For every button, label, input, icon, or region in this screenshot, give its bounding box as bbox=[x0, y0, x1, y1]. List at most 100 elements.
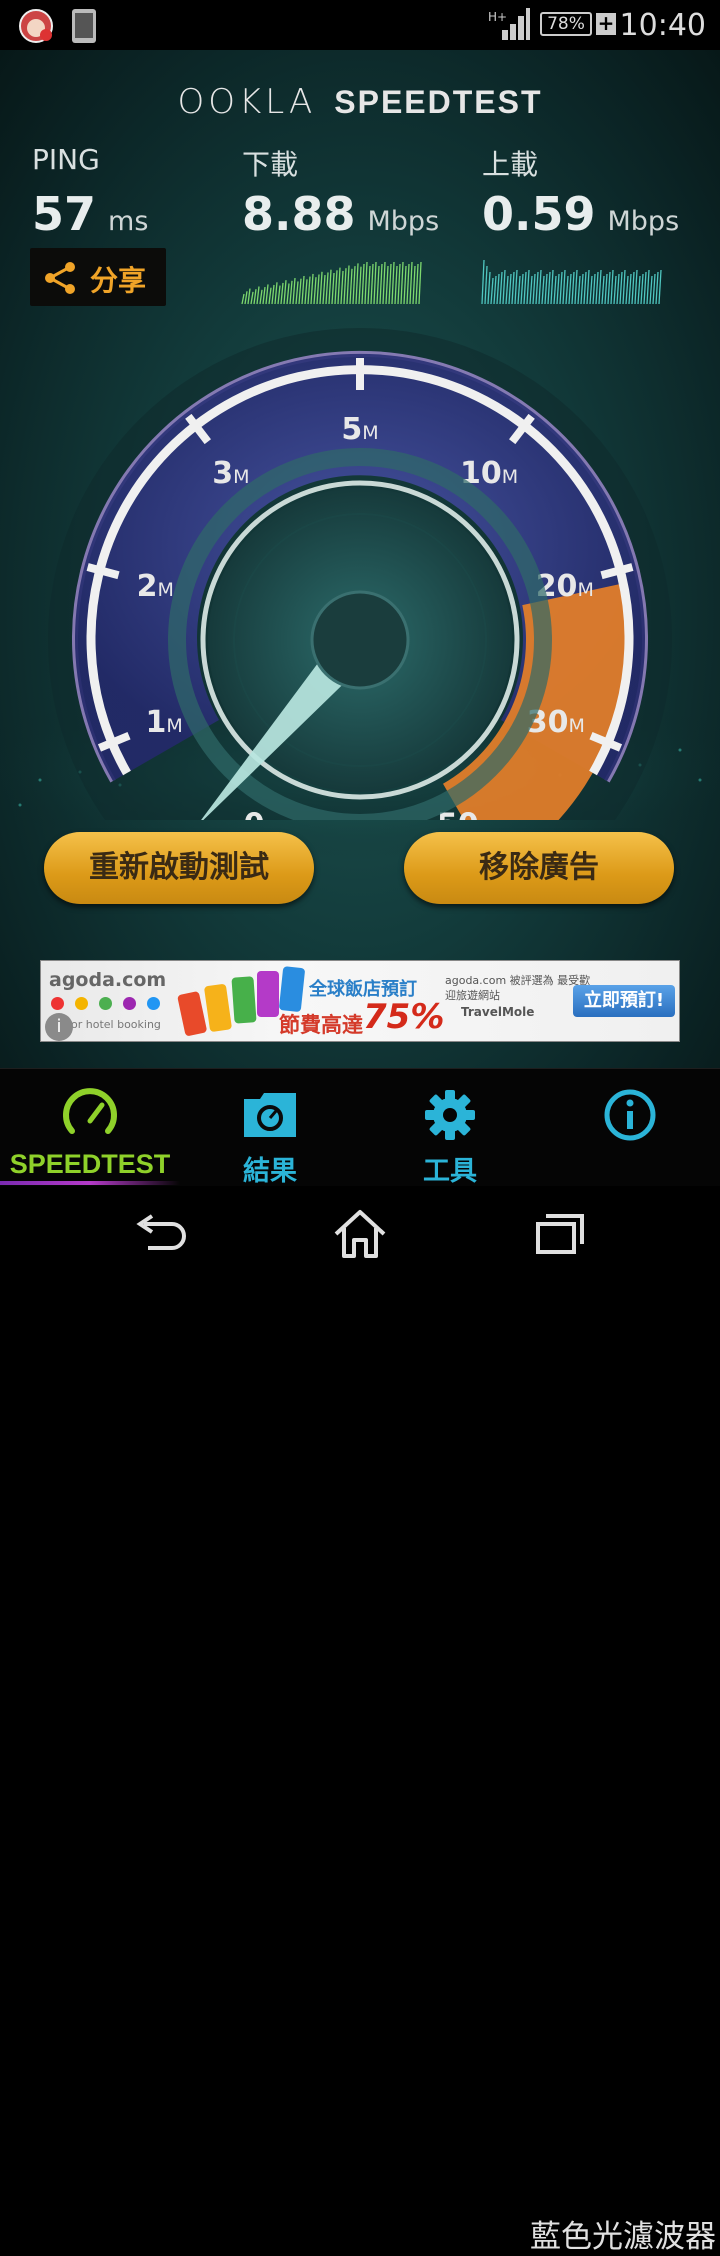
download-sparkline bbox=[241, 261, 422, 305]
download-label: 下載 bbox=[242, 148, 299, 181]
sparkline-bar bbox=[367, 265, 371, 305]
sparkline-bar bbox=[493, 275, 497, 305]
sparkline-bar bbox=[247, 288, 251, 305]
sparkline-bar bbox=[418, 261, 422, 305]
sparkline-bar bbox=[508, 273, 512, 305]
ping-value-group: 57 ms bbox=[32, 187, 148, 241]
sparkline-bar bbox=[658, 269, 662, 305]
sparkline-bar bbox=[250, 291, 254, 305]
sparkline-bar bbox=[415, 263, 419, 305]
sparkline-bar bbox=[292, 278, 296, 305]
ping-unit: ms bbox=[108, 206, 149, 237]
battery-level: 78% bbox=[547, 14, 585, 34]
download-unit: Mbps bbox=[367, 206, 440, 237]
sparkline-bar bbox=[340, 270, 344, 305]
sparkline-bar bbox=[640, 273, 644, 305]
home-icon[interactable] bbox=[332, 1208, 388, 1260]
active-tab-indicator bbox=[0, 1181, 180, 1185]
sparkline-bar bbox=[574, 269, 578, 305]
sparkline-bar bbox=[301, 275, 305, 305]
sparkline-bar bbox=[346, 265, 350, 305]
sparkline-bar bbox=[535, 271, 539, 305]
signal-icon: H+ bbox=[488, 8, 530, 46]
ad-subheadline: 節費高達 bbox=[279, 1013, 363, 1037]
sparkline-bar bbox=[319, 271, 323, 305]
sparkline-bar bbox=[580, 273, 584, 305]
nav-item-speedtest[interactable]: SPEEDTEST bbox=[0, 1069, 180, 1187]
share-icon bbox=[45, 262, 75, 294]
sparkline-bar bbox=[331, 272, 335, 305]
sparkline-bar bbox=[571, 271, 575, 305]
gauge-hub bbox=[310, 590, 410, 690]
sparkline-bar bbox=[604, 273, 608, 305]
sparkline-bar bbox=[406, 263, 410, 305]
sparkline-bar bbox=[607, 271, 611, 305]
sparkline-bar bbox=[313, 277, 317, 305]
sparkline-bar bbox=[520, 273, 524, 305]
ping-value: 57 bbox=[32, 187, 97, 241]
sparkline-bar bbox=[562, 269, 566, 305]
sparkline-bar bbox=[541, 275, 545, 305]
ad-dot bbox=[75, 997, 88, 1010]
ad-banner[interactable]: agoda.com or hotel booking i 全球飯店預訂 節費高達… bbox=[40, 960, 680, 1042]
sparkline-bar bbox=[262, 287, 266, 305]
network-type: H+ bbox=[488, 10, 507, 24]
sparkline-bar bbox=[304, 279, 308, 305]
remove-ads-button[interactable]: 移除廣告 bbox=[404, 832, 674, 904]
ad-discount: 75% bbox=[363, 997, 445, 1037]
sparkline-bar bbox=[505, 275, 509, 305]
back-icon[interactable] bbox=[134, 1208, 188, 1258]
sparkline-bar bbox=[283, 280, 287, 305]
nav-label: 結果 bbox=[243, 1156, 297, 1187]
sparkline-bar bbox=[547, 271, 551, 305]
ad-dot bbox=[123, 997, 136, 1010]
share-button[interactable]: 分享 bbox=[30, 248, 166, 306]
sparkline-bar bbox=[652, 273, 656, 305]
sparkline-bar bbox=[595, 271, 599, 305]
sparkline-bar bbox=[538, 269, 542, 305]
sparkline-bar bbox=[631, 271, 635, 305]
sparkline-bar bbox=[577, 275, 581, 305]
sparkline-bar bbox=[400, 261, 404, 305]
sparkline-bar bbox=[286, 283, 290, 305]
sparkline-bar bbox=[637, 275, 641, 305]
sparkline-bar bbox=[322, 275, 326, 305]
sparkline-bar bbox=[256, 286, 260, 305]
ad-cta-button[interactable]: 立即預訂! bbox=[573, 985, 675, 1017]
sparkline-bar bbox=[643, 271, 647, 305]
sparkline-bar bbox=[568, 273, 572, 305]
folder-results-icon bbox=[244, 1093, 296, 1137]
ad-brand: agoda.com bbox=[49, 969, 167, 991]
recents-icon[interactable] bbox=[534, 1208, 586, 1258]
sparkline-bar bbox=[502, 269, 506, 305]
sparkline-bar bbox=[403, 265, 407, 305]
sparkline-bar bbox=[592, 273, 596, 305]
sparkline-bar bbox=[649, 275, 653, 305]
sparkline-bar bbox=[412, 265, 416, 305]
sparkline-bar bbox=[391, 261, 395, 305]
download-value: 8.88 bbox=[242, 187, 356, 241]
nav-item-tools[interactable]: 工具 bbox=[360, 1069, 540, 1187]
sparkline-bar bbox=[349, 268, 353, 305]
nav-item-results[interactable]: 結果 bbox=[180, 1069, 360, 1187]
sparkline-bar bbox=[487, 271, 491, 305]
nav-item-info[interactable] bbox=[540, 1069, 720, 1187]
sparkline-bar bbox=[316, 274, 320, 305]
sparkline-bar bbox=[655, 271, 659, 305]
sparkline-bar bbox=[265, 284, 269, 305]
sparkline-bar bbox=[244, 291, 248, 305]
ad-info-icon[interactable]: i bbox=[45, 1013, 73, 1041]
sparkline-bar bbox=[298, 278, 302, 305]
sparkline-bar bbox=[409, 261, 413, 305]
phone-icon bbox=[70, 8, 98, 48]
sparkline-bar bbox=[334, 270, 338, 305]
sparkline-bar bbox=[328, 269, 332, 305]
restart-test-button[interactable]: 重新啟動測試 bbox=[44, 832, 314, 904]
sparkline-bar bbox=[490, 277, 494, 305]
sparkline-bar bbox=[307, 276, 311, 305]
sparkline-bar bbox=[373, 261, 377, 305]
gauge-tick-label: 0 bbox=[244, 808, 265, 820]
sparkline-bar bbox=[634, 269, 638, 305]
info-icon bbox=[604, 1089, 656, 1141]
sparkline-bar bbox=[343, 268, 347, 305]
